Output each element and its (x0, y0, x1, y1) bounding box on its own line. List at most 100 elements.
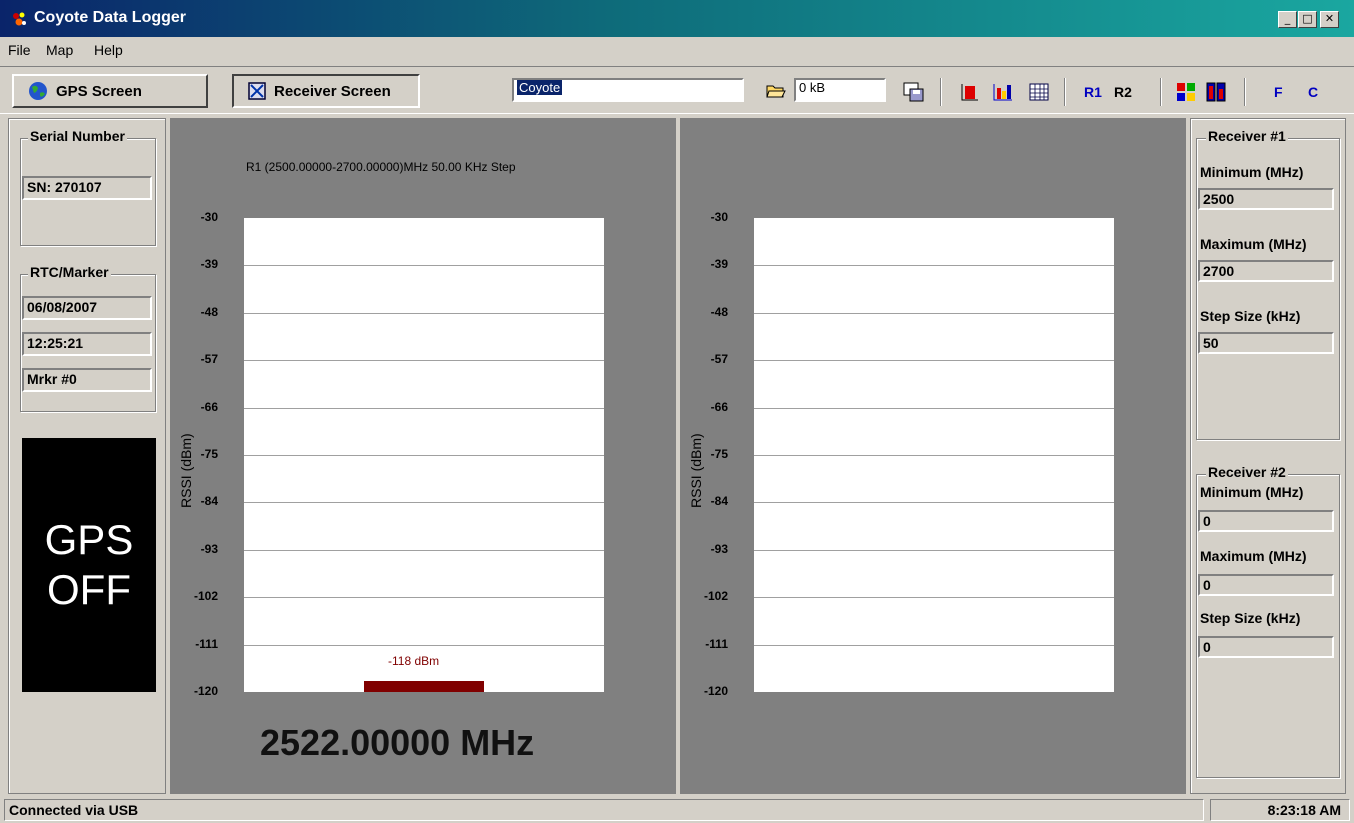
chart1-gridline (244, 502, 604, 504)
r2-step-label: Step Size (kHz) (1200, 610, 1301, 626)
chart2-gridline (754, 360, 1114, 362)
chart2-ytick-label: -48 (710, 304, 728, 319)
r1-maximum-label: Maximum (MHz) (1200, 236, 1307, 252)
gps-status-display: GPS OFF (22, 438, 156, 692)
connection-status: Connected via USB (4, 799, 1204, 821)
fahrenheit-button[interactable]: F (1274, 84, 1283, 100)
r2-maximum-value: 0 (1198, 574, 1334, 596)
layout-grid-icon[interactable] (1172, 78, 1200, 106)
gps-screen-label: GPS Screen (56, 82, 142, 100)
chart2-gridline (754, 455, 1114, 456)
receiver2-legend: Receiver #2 (1206, 464, 1288, 480)
chart2-ytick-label: -93 (710, 541, 728, 556)
chart1-ytick-label: -111 (195, 636, 218, 651)
chart1-title: R1 (2500.00000-2700.00000)MHz 50.00 KHz … (246, 160, 516, 174)
r2-minimum-label: Minimum (MHz) (1200, 484, 1304, 500)
chart1-bar-label: -118 dBm (388, 654, 440, 668)
toolbar-separator (1244, 78, 1246, 106)
receiver1-legend: Receiver #1 (1206, 128, 1288, 144)
window-title: Coyote Data Logger (34, 9, 187, 26)
chart2-gridline (754, 644, 1114, 646)
r2-minimum-value: 0 (1198, 510, 1334, 532)
chart1-bar (364, 681, 484, 692)
chart1-ytick-label: -39 (200, 257, 218, 272)
gps-status-line1: GPS (44, 516, 134, 563)
chart1-ytick-label: -84 (200, 494, 218, 509)
chart2-gridline (754, 407, 1114, 409)
coyote-app-icon (13, 12, 26, 26)
chart2-gridline (754, 265, 1114, 267)
open-folder-icon[interactable] (764, 80, 788, 102)
chart2-ytick-label: -30 (710, 210, 728, 224)
receiver-icon (248, 82, 266, 100)
multi-bar-chart-icon[interactable] (988, 78, 1018, 106)
maximize-button[interactable]: □ (1298, 11, 1317, 28)
r1-minimum-label: Minimum (MHz) (1200, 164, 1304, 180)
rtc-time-value: 12:25:21 (22, 332, 152, 356)
dual-view-icon[interactable] (1202, 78, 1230, 106)
rtc-date-value: 06/08/2007 (22, 296, 152, 320)
logger-name-value: Coyote (517, 80, 563, 95)
chart2-ytick-label: -84 (710, 494, 728, 509)
receiver1-group (1196, 138, 1340, 440)
chart1-ytick-label: -93 (200, 541, 218, 556)
menu-file[interactable]: File (8, 42, 31, 58)
r1-maximum-value: 2700 (1198, 260, 1334, 282)
chart1-frequency: 2522.00000 MHz (260, 722, 535, 763)
chart2-gridline (754, 502, 1114, 504)
chart1-gridline (244, 265, 604, 267)
chart1-ytick-label: -102 (193, 589, 218, 604)
r1-button[interactable]: R1 (1084, 84, 1102, 100)
gps-screen-button[interactable]: GPS Screen (12, 74, 208, 108)
receiver1-chart-panel: R1 (2500.00000-2700.00000)MHz 50.00 KHz … (170, 118, 676, 794)
menu-map[interactable]: Map (46, 42, 73, 58)
chart1-gridline (244, 549, 604, 551)
file-size-field: 0 kB (794, 78, 886, 102)
table-view-icon[interactable] (1024, 78, 1054, 106)
chart2-ytick-label: -39 (710, 257, 728, 272)
r2-maximum-label: Maximum (MHz) (1200, 548, 1307, 564)
chart1-ytick-label: -48 (200, 304, 218, 319)
bar-chart-red-icon[interactable] (956, 78, 984, 106)
celsius-button[interactable]: C (1308, 84, 1318, 100)
chart1-ytick-label: -66 (200, 399, 218, 414)
r1-minimum-value: 2500 (1198, 188, 1334, 210)
chart2-ytick-label: -57 (710, 352, 728, 367)
toolbar-separator (940, 78, 942, 106)
close-button[interactable]: ✕ (1320, 11, 1339, 28)
rtc-marker-legend: RTC/Marker (28, 264, 111, 280)
receiver-screen-label: Receiver Screen (274, 82, 391, 100)
chart1-ytick-label: -57 (200, 352, 218, 367)
chart1-gridline (244, 312, 604, 314)
chart2-gridline (754, 597, 1114, 599)
save-log-icon[interactable] (898, 78, 928, 106)
status-clock: 8:23:18 AM (1210, 799, 1350, 821)
r1-step-value: 50 (1198, 332, 1334, 354)
chart1-ytick-label: -30 (200, 210, 218, 224)
r1-step-label: Step Size (kHz) (1200, 308, 1301, 324)
toolbar-separator (1160, 78, 1162, 106)
menu-help[interactable]: Help (94, 42, 123, 58)
chart2-ytick-label: -75 (710, 447, 728, 461)
chart1-gridline (244, 455, 604, 456)
toolbar-separator (1064, 78, 1066, 106)
marker-value: Mrkr #0 (22, 368, 152, 392)
chart1-ytick-label: -75 (200, 447, 218, 461)
status-bar: Connected via USB 8:23:18 AM (0, 797, 1354, 823)
chart1-gridline (244, 407, 604, 409)
chart1-gridline (244, 360, 604, 362)
chart2-ytick-label: -111 (705, 636, 728, 651)
r2-button[interactable]: R2 (1114, 84, 1132, 100)
serial-number-value: SN: 270107 (22, 176, 152, 200)
minimize-button[interactable]: _ (1278, 11, 1297, 28)
gps-status-line2: OFF (47, 566, 131, 613)
menu-bar: File Map Help (0, 38, 1354, 64)
r2-step-value: 0 (1198, 636, 1334, 658)
receiver2-chart-panel: RSSI (dBm) -30 -39 -48 -57 -66 -75 -84 -93 -102-… (680, 118, 1186, 794)
chart2-gridline (754, 549, 1114, 551)
chart1-gridline (244, 597, 604, 599)
receiver-screen-button[interactable]: Receiver Screen (232, 74, 420, 108)
title-bar[interactable]: Coyote Data Logger _ □ ✕ (0, 0, 1354, 37)
chart2-gridline (754, 312, 1114, 314)
logger-name-field[interactable]: Coyote (512, 78, 744, 102)
